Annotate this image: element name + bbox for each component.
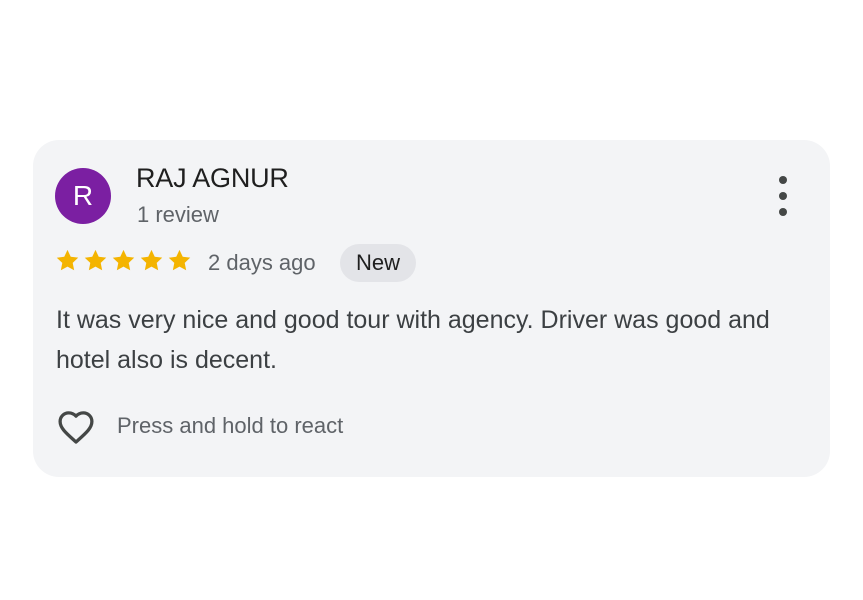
react-label: Press and hold to react [117,413,344,438]
author-name[interactable]: RAJ AGNUR [136,163,289,194]
star-icon [55,248,80,273]
heart-outline-icon[interactable] [55,407,97,445]
star-icon [111,248,136,273]
star-rating [55,248,192,273]
new-badge: New [340,244,417,282]
author-review-count: 1 review [137,202,219,227]
review-card: R RAJ AGNUR 1 review 2 days ago New It w… [33,140,830,477]
review-time: 2 days ago [208,250,316,275]
more-options-button[interactable] [770,176,796,216]
more-vert-icon [779,192,787,200]
star-icon [83,248,108,273]
more-vert-icon [779,208,787,216]
react-button[interactable]: Press and hold to react [55,407,343,445]
review-text: It was very nice and good tour with agen… [56,306,770,374]
star-icon [139,248,164,273]
more-vert-icon [779,176,787,184]
star-icon [167,248,192,273]
avatar[interactable]: R [55,168,111,224]
avatar-letter: R [72,180,94,211]
